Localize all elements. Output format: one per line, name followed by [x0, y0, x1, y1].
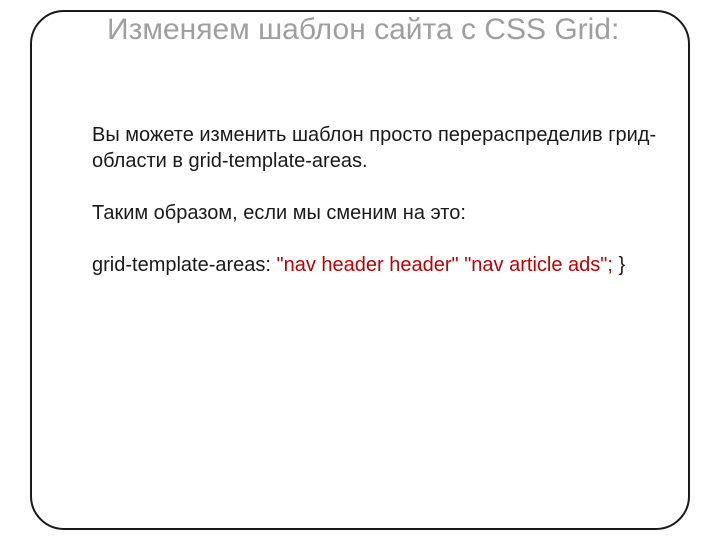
- paragraph-2: Таким образом, если мы сменим на это:: [92, 200, 672, 226]
- slide-frame: Изменяем шаблон сайта с CSS Grid: Вы мож…: [30, 10, 690, 530]
- code-close-brace: }: [618, 254, 625, 276]
- code-property: grid-template-areas:: [92, 254, 271, 276]
- code-line: grid-template-areas: "nav header header"…: [92, 252, 672, 278]
- slide-content: Вы можете изменить шаблон просто перерас…: [92, 122, 672, 278]
- slide-title: Изменяем шаблон сайта с CSS Grid:: [107, 12, 667, 48]
- paragraph-1: Вы можете изменить шаблон просто перерас…: [92, 122, 672, 174]
- code-value: "nav header header" "nav article ads";: [277, 254, 613, 276]
